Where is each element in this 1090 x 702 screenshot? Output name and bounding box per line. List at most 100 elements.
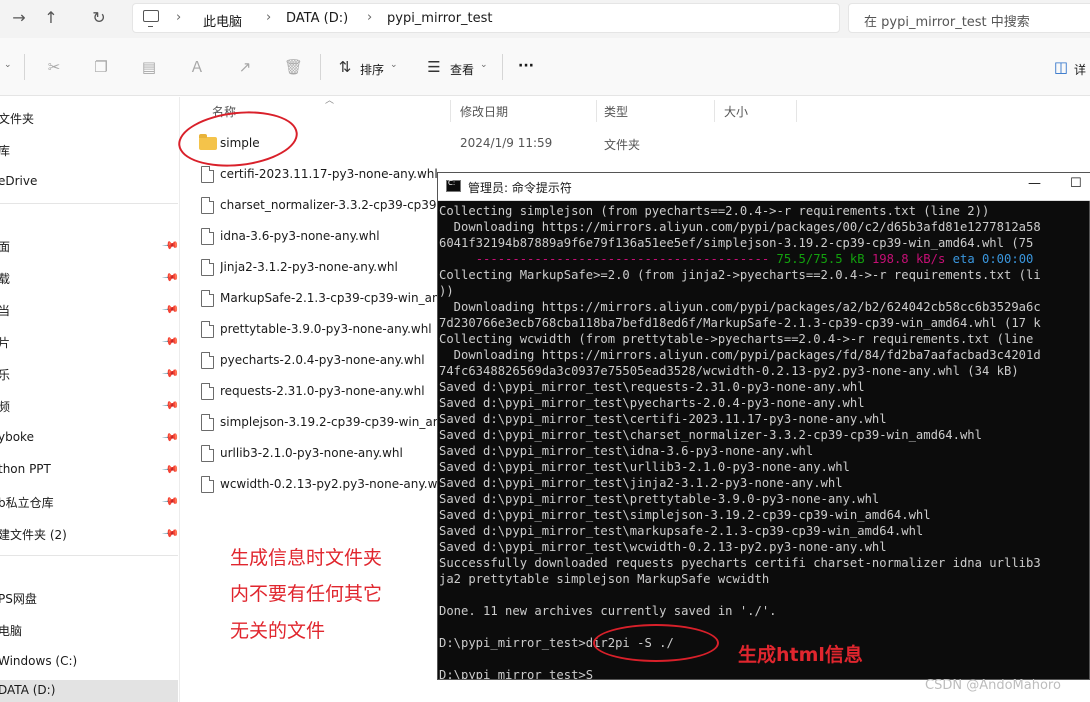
file-icon bbox=[201, 445, 214, 462]
sidebar-item-label: 电脑 bbox=[0, 624, 23, 638]
sidebar-item-label: 库 bbox=[0, 144, 11, 158]
column-header-modified[interactable]: 修改日期 bbox=[460, 103, 508, 129]
back-arrow-icon[interactable]: → bbox=[6, 6, 32, 30]
watermark: CSDN @AndoMahoro bbox=[925, 678, 1061, 693]
chevron-down-icon: ⌄ bbox=[390, 60, 398, 70]
annotation-line: 无关的文件 bbox=[230, 620, 326, 642]
sidebar-item-music[interactable]: 乐 📌 bbox=[0, 363, 181, 385]
file-date: 2024/1/9 11:59 bbox=[460, 136, 553, 150]
sidebar-item-private-repo[interactable]: b私立仓库 📌 bbox=[0, 491, 180, 513]
rename-icon[interactable]: Ａ bbox=[188, 58, 206, 76]
file-name: pyecharts-2.0.4-py3-none-any.whl bbox=[220, 353, 425, 367]
view-button[interactable]: 查看 bbox=[450, 61, 474, 78]
sidebar-item-this-pc[interactable]: 电脑 bbox=[0, 619, 178, 641]
progress-size: 75.5/75.5 kB bbox=[776, 252, 865, 266]
refresh-icon[interactable]: ↻ bbox=[86, 6, 112, 30]
breadcrumb-data-drive[interactable]: DATA (D:) bbox=[286, 11, 348, 26]
file-name: simplejson-3.19.2-cp39-cp39-win_am... bbox=[220, 415, 438, 429]
sidebar-item-pictures[interactable]: 片 📌 bbox=[0, 331, 181, 353]
pin-icon: 📌 bbox=[161, 396, 181, 415]
console-line: Saved d:\pypi_mirror_test\urllib3-2.1.0-… bbox=[439, 460, 850, 474]
delete-icon[interactable]: 🗑 bbox=[284, 58, 303, 76]
breadcrumb-current-folder[interactable]: pypi_mirror_test bbox=[387, 11, 493, 26]
console-line: Saved d:\pypi_mirror_test\jinja2-3.1.2-p… bbox=[439, 476, 843, 490]
copy-icon[interactable]: ❐ bbox=[92, 58, 110, 76]
sidebar-item-label: 片 bbox=[0, 336, 11, 350]
console-prompt: D:\pypi_mirror_test>S bbox=[439, 668, 594, 679]
minimize-button[interactable]: — bbox=[1028, 176, 1041, 191]
pin-icon: 📌 bbox=[161, 428, 181, 447]
progress-bar: ---------------------------------------- bbox=[475, 252, 770, 266]
sidebar-item-library[interactable]: 库 bbox=[0, 139, 178, 161]
console-line: Downloading https://mirrors.aliyun.com/p… bbox=[439, 220, 1041, 234]
console-title: 管理员: 命令提示符 bbox=[468, 181, 572, 195]
console-line: Saved d:\pypi_mirror_test\markupsafe-2.1… bbox=[439, 524, 924, 538]
share-icon[interactable]: ↗ bbox=[236, 58, 254, 76]
cut-icon[interactable]: ✂ bbox=[45, 58, 63, 76]
file-icon bbox=[201, 259, 214, 276]
more-options-button[interactable]: ··· bbox=[518, 58, 534, 74]
console-line: 6041f32194b87889a9f6e79f136a51ee5ef/simp… bbox=[439, 236, 1034, 250]
file-name: wcwidth-0.2.13-py2.py3-none-any.whl bbox=[220, 477, 438, 491]
toolbar-divider bbox=[320, 54, 321, 80]
search-input[interactable]: 在 pypi_mirror_test 中搜索 bbox=[848, 3, 1090, 33]
sidebar-item-documents[interactable]: 当 📌 bbox=[0, 299, 180, 321]
console-line: Done. 11 new archives currently saved in… bbox=[439, 604, 777, 618]
sidebar-item-desktop[interactable]: 面 📌 bbox=[0, 235, 181, 257]
column-header-type[interactable]: 类型 bbox=[604, 103, 628, 129]
up-arrow-icon[interactable]: ↑ bbox=[38, 6, 64, 30]
sidebar-item-windows-c[interactable]: Windows (C:) bbox=[0, 651, 178, 673]
progress-eta: eta 0:00:00 bbox=[952, 252, 1034, 266]
address-bar[interactable]: › 此电脑 › DATA (D:) › pypi_mirror_test bbox=[132, 3, 840, 33]
console-line: ja2 prettytable simplejson MarkupSafe wc… bbox=[439, 572, 770, 586]
sidebar-item-videos[interactable]: 频 📌 bbox=[0, 395, 181, 417]
file-icon bbox=[201, 290, 214, 307]
sidebar-item-new-folder-2[interactable]: 建文件夹 (2) 📌 bbox=[0, 523, 180, 545]
details-button[interactable]: 详 bbox=[1074, 61, 1086, 78]
command-prompt-window[interactable]: 管理员: 命令提示符 — ☐ Collecting simplejson (fr… bbox=[437, 172, 1090, 680]
view-icon[interactable]: ☰ bbox=[425, 58, 443, 76]
new-dropdown-chevron-icon[interactable]: ⌄ bbox=[4, 60, 12, 70]
sidebar-item-label: b私立仓库 bbox=[0, 496, 54, 510]
breadcrumb-this-pc[interactable]: 此电脑 bbox=[203, 11, 242, 30]
console-line: Collecting wcwidth (from prettytable->py… bbox=[439, 332, 1034, 346]
details-pane-icon[interactable]: ◫ bbox=[1052, 58, 1070, 76]
console-title-bar[interactable]: 管理员: 命令提示符 — ☐ bbox=[438, 173, 1090, 201]
sidebar-item-label: 载 bbox=[0, 272, 11, 286]
file-name: prettytable-3.9.0-py3-none-any.whl bbox=[220, 322, 432, 336]
sidebar-item-label: yboke bbox=[0, 430, 34, 444]
pin-icon: 📌 bbox=[161, 364, 181, 383]
annotation-line: 生成信息时文件夹 bbox=[230, 547, 383, 569]
pin-icon: 📌 bbox=[161, 460, 181, 479]
sidebar-item-folder[interactable]: 文件夹 bbox=[0, 107, 178, 129]
paste-icon[interactable]: ▤ bbox=[140, 58, 158, 76]
sort-icon[interactable]: ⇅ bbox=[336, 58, 354, 76]
sidebar-item-data-d[interactable]: DATA (D:) bbox=[0, 680, 178, 702]
maximize-button[interactable]: ☐ bbox=[1070, 176, 1082, 191]
console-line: Saved d:\pypi_mirror_test\prettytable-3.… bbox=[439, 492, 880, 506]
column-divider bbox=[714, 100, 715, 122]
sidebar-item-python-ppt[interactable]: thon PPT 📌 bbox=[0, 459, 181, 481]
column-divider bbox=[450, 100, 451, 122]
sort-button[interactable]: 排序 bbox=[360, 61, 384, 78]
file-icon bbox=[201, 321, 214, 338]
sidebar-item-downloads[interactable]: 载 📌 bbox=[0, 267, 180, 289]
console-line: Saved d:\pypi_mirror_test\charset_normal… bbox=[439, 428, 982, 442]
column-header-size[interactable]: 大小 bbox=[724, 103, 748, 129]
sidebar-item-pyboke[interactable]: yboke 📌 bbox=[0, 427, 181, 449]
toolbar-divider bbox=[502, 54, 503, 80]
file-row-folder[interactable]: simple 2024/1/9 11:59 文件夹 bbox=[195, 130, 1090, 158]
sort-ascending-icon: ︿ bbox=[325, 96, 335, 106]
pin-icon: 📌 bbox=[161, 332, 181, 351]
file-icon bbox=[201, 228, 214, 245]
computer-icon bbox=[143, 10, 159, 27]
chevron-right-icon: › bbox=[367, 10, 373, 25]
console-line: Saved d:\pypi_mirror_test\requests-2.31.… bbox=[439, 380, 865, 394]
sidebar-item-wps-drive[interactable]: PS网盘 bbox=[0, 587, 178, 609]
file-name: Jinja2-3.1.2-py3-none-any.whl bbox=[220, 260, 398, 274]
sidebar-item-label: 乐 bbox=[0, 368, 11, 382]
sidebar-item-label: 当 bbox=[0, 304, 11, 318]
pin-icon: 📌 bbox=[161, 236, 181, 255]
console-output[interactable]: Collecting simplejson (from pyecharts==2… bbox=[439, 203, 1089, 679]
sidebar-item-onedrive[interactable]: eDrive bbox=[0, 171, 178, 193]
